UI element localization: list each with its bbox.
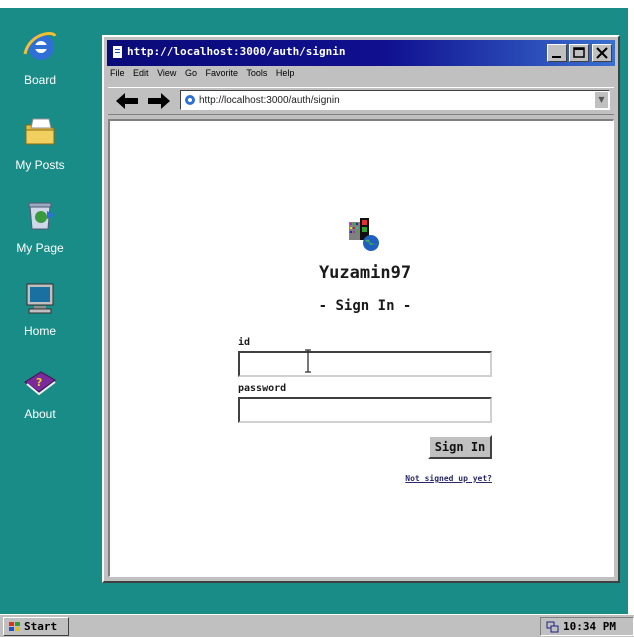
menu-tools[interactable]: Tools bbox=[246, 68, 267, 78]
screen-bezel-right bbox=[628, 0, 634, 637]
password-input[interactable] bbox=[238, 397, 492, 423]
system-tray: 10:34 PM bbox=[540, 617, 634, 636]
desktop-icon-my-posts[interactable]: My Posts bbox=[0, 113, 80, 172]
desktop-icon-my-page[interactable]: My Page bbox=[0, 196, 80, 255]
page-title: - Sign In - bbox=[318, 298, 412, 314]
desktop-icon-label: Board bbox=[23, 73, 57, 87]
close-button[interactable] bbox=[592, 44, 612, 62]
desktop-icon-label: My Posts bbox=[15, 158, 65, 172]
desktop-icon-label: Home bbox=[23, 324, 56, 338]
address-dropdown-button[interactable]: ▼ bbox=[594, 92, 608, 108]
recycle-bin-icon bbox=[28, 202, 55, 230]
taskbar: Start 10:34 PM bbox=[0, 614, 634, 637]
maximize-icon bbox=[573, 47, 585, 58]
site-brand: Yuzamin97 bbox=[318, 263, 412, 283]
address-bar: ▼ bbox=[180, 90, 610, 110]
signup-link[interactable]: Not signed up yet? bbox=[392, 474, 492, 483]
arrow-left-icon bbox=[116, 93, 138, 109]
menu-view[interactable]: View bbox=[157, 68, 176, 78]
desktop-icon-board[interactable]: Board bbox=[0, 28, 80, 87]
network-icon[interactable] bbox=[546, 621, 559, 633]
minimize-button[interactable] bbox=[547, 44, 567, 62]
menu-favorite[interactable]: Favorite bbox=[205, 68, 238, 78]
back-button[interactable] bbox=[114, 91, 140, 111]
minimize-icon bbox=[552, 56, 561, 58]
password-label: password bbox=[238, 383, 287, 394]
menu-file[interactable]: File bbox=[110, 68, 125, 78]
address-input[interactable] bbox=[199, 92, 579, 108]
sign-in-button[interactable]: Sign In bbox=[428, 435, 492, 459]
id-label: id bbox=[238, 337, 251, 348]
navigation-toolbar: ▼ bbox=[108, 87, 614, 115]
computer-monitor-icon bbox=[26, 283, 54, 314]
desktop-icon-home[interactable]: Home bbox=[0, 279, 80, 338]
svg-text:?: ? bbox=[36, 376, 42, 389]
arrow-right-icon bbox=[148, 93, 170, 109]
menu-help[interactable]: Help bbox=[276, 68, 295, 78]
menu-bar: File Edit View Go Favorite Tools Help bbox=[110, 68, 300, 84]
window-title: http://localhost:3000/auth/signin bbox=[127, 45, 346, 58]
internet-explorer-icon bbox=[185, 95, 195, 105]
menu-edit[interactable]: Edit bbox=[133, 68, 149, 78]
menu-go[interactable]: Go bbox=[185, 68, 197, 78]
windows-logo-icon bbox=[9, 622, 20, 631]
screen-bezel-top bbox=[0, 0, 634, 8]
help-book-icon: ? bbox=[24, 371, 56, 396]
desktop-icon-about[interactable]: ? About bbox=[0, 362, 80, 421]
maximize-button[interactable] bbox=[569, 44, 589, 62]
folder-icon bbox=[25, 118, 55, 145]
start-label: Start bbox=[24, 620, 58, 633]
site-logo-icon bbox=[349, 218, 379, 251]
page-icon bbox=[113, 46, 122, 58]
desktop-icon-label: About bbox=[24, 407, 56, 421]
chevron-down-icon: ▼ bbox=[598, 95, 605, 104]
id-input[interactable] bbox=[238, 351, 492, 377]
clock: 10:34 PM bbox=[563, 620, 616, 633]
desktop-icon-label: My Page bbox=[16, 241, 64, 255]
text-cursor-icon bbox=[305, 349, 311, 373]
browser-window: http://localhost:3000/auth/signin File E… bbox=[102, 35, 620, 583]
page-content: Yuzamin97 - Sign In - id password Sign I… bbox=[108, 119, 614, 577]
close-icon bbox=[596, 47, 608, 59]
internet-explorer-icon bbox=[23, 31, 57, 60]
forward-button[interactable] bbox=[146, 91, 172, 111]
start-button[interactable]: Start bbox=[3, 617, 69, 636]
title-bar[interactable]: http://localhost:3000/auth/signin bbox=[107, 40, 615, 66]
